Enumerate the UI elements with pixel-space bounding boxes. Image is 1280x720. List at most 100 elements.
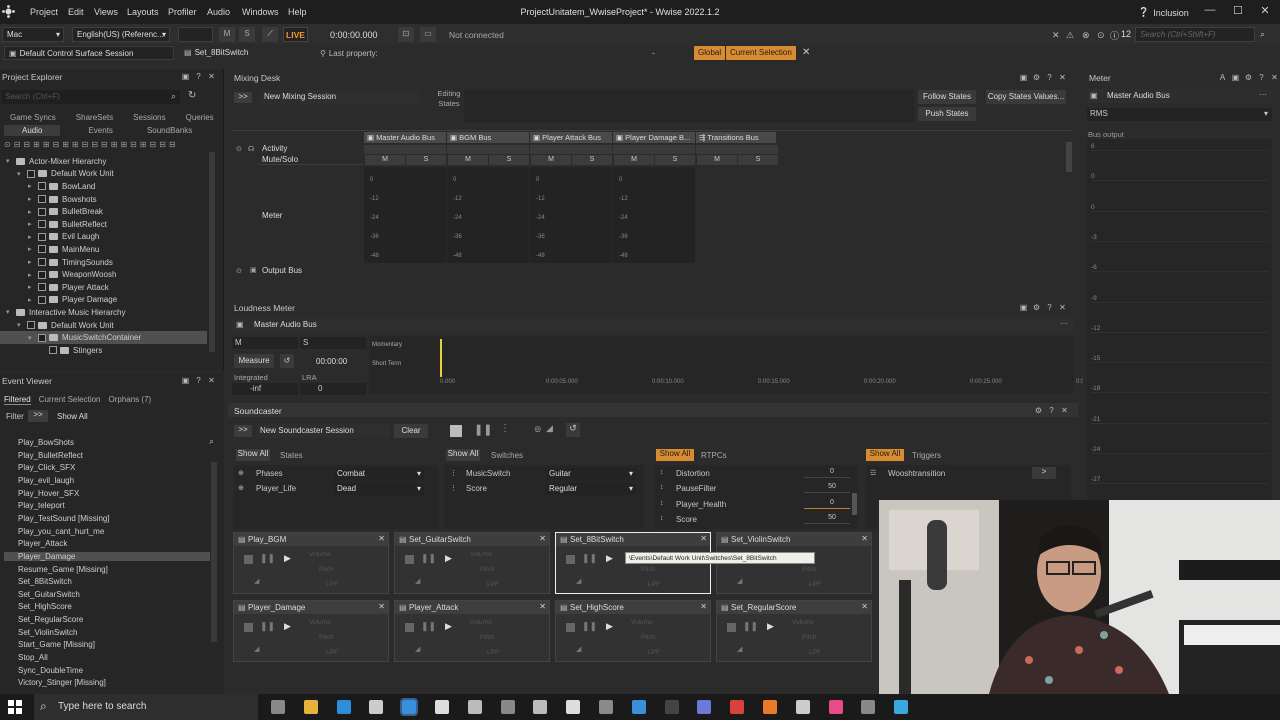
event-list-item[interactable]: Set_HighScore: [18, 602, 72, 611]
clear-button[interactable]: Clear: [394, 424, 428, 438]
event-list-item[interactable]: Resume_Game [Missing]: [18, 565, 108, 574]
checkbox[interactable]: [38, 258, 46, 267]
close-icon[interactable]: ✕: [207, 376, 216, 385]
tab-soundbanks[interactable]: SoundBanks: [141, 125, 198, 136]
solo-toggle[interactable]: S: [489, 155, 529, 165]
davinci-icon[interactable]: [533, 700, 548, 714]
checkbox[interactable]: [38, 245, 46, 254]
gear-icon[interactable]: ⚙: [1034, 406, 1043, 415]
event-list-item[interactable]: Victory_Stinger [Missing]: [18, 678, 106, 687]
solo-toggle[interactable]: S: [738, 155, 778, 165]
remote-icon[interactable]: ▭: [420, 27, 436, 42]
loudness-solo-button[interactable]: S: [300, 337, 366, 349]
chrome-icon[interactable]: [730, 700, 745, 714]
state-select[interactable]: Dead ▾: [334, 483, 424, 495]
menu-layouts[interactable]: Layouts: [127, 7, 159, 17]
menu-audio[interactable]: Audio: [207, 7, 230, 17]
play-button[interactable]: ▶: [284, 553, 291, 564]
paint-icon[interactable]: [894, 700, 909, 714]
expand-button[interactable]: >>: [234, 92, 252, 103]
solo-toggle[interactable]: S: [655, 155, 695, 165]
tab-orphans[interactable]: Orphans (7): [109, 395, 152, 405]
connect-icon[interactable]: ⟋: [262, 27, 278, 42]
close-icon[interactable]: ✕: [539, 602, 546, 611]
stop-button[interactable]: [566, 555, 575, 564]
menu-edit[interactable]: Edit: [68, 7, 84, 17]
switch-select[interactable]: Regular ▾: [546, 483, 636, 495]
event-card[interactable]: Play_BGM ▤ ✕ ❚❚ ▶ Volume Pitch LPF ◢: [233, 532, 389, 594]
switches-show-all-button[interactable]: Show All: [446, 449, 480, 461]
tab-filtered[interactable]: Filtered: [4, 395, 31, 405]
language-select[interactable]: English(US) (Referenc... ▾: [72, 27, 170, 42]
rtpc-slider[interactable]: [804, 492, 850, 494]
tree-item[interactable]: ▾ Default Work Unit: [0, 168, 207, 181]
tree-item[interactable]: ▸ BowLand: [0, 180, 207, 193]
windows-start-icon[interactable]: [8, 700, 22, 714]
unreal-icon[interactable]: [435, 700, 449, 714]
checkbox[interactable]: [38, 220, 46, 229]
reaper-icon[interactable]: [795, 700, 810, 714]
pin-icon[interactable]: ▣: [181, 72, 190, 81]
dd-icon[interactable]: [566, 700, 581, 714]
tree-item[interactable]: ▸ BulletBreak: [0, 205, 207, 218]
expand-arrow-icon[interactable]: ▸: [28, 283, 36, 291]
pause-button[interactable]: ❚❚: [260, 553, 275, 564]
expand-arrow-icon[interactable]: ▸: [28, 245, 36, 253]
copy-states-button[interactable]: Copy States Values...: [986, 90, 1066, 104]
tab-sessions[interactable]: Sessions: [127, 112, 171, 123]
close-icon[interactable]: ✕: [861, 602, 868, 611]
event-list-item[interactable]: Play_BulletReflect: [18, 451, 83, 460]
checkbox[interactable]: [38, 207, 46, 216]
stop-button[interactable]: [244, 623, 253, 632]
expand-arrow-icon[interactable]: ▸: [28, 233, 36, 241]
event-list-item[interactable]: Start_Game [Missing]: [18, 640, 95, 649]
expand-arrow-icon[interactable]: ▸: [28, 220, 36, 228]
expand-arrow-icon[interactable]: ▾: [17, 321, 25, 329]
scrollbar[interactable]: [852, 493, 857, 515]
message-icon[interactable]: ⊙: [1097, 30, 1105, 41]
tab-current-selection[interactable]: Current Selection: [39, 395, 101, 405]
event-list-item[interactable]: Set_GuitarSwitch: [18, 590, 80, 599]
global-button[interactable]: Global: [694, 46, 726, 60]
pause-all-button[interactable]: ❚❚: [474, 423, 492, 436]
discord-icon[interactable]: [697, 700, 712, 714]
speaker-icon[interactable]: ◢: [546, 423, 553, 434]
event-list-item[interactable]: Play_evil_laugh: [18, 476, 74, 485]
event-list-item[interactable]: Player_Damage: [4, 551, 210, 561]
measure-button[interactable]: Measure: [234, 354, 274, 368]
help-icon[interactable]: ?: [1045, 303, 1054, 312]
play-button[interactable]: ▶: [767, 621, 774, 632]
expand-arrow-icon[interactable]: ▾: [28, 334, 36, 342]
play-button[interactable]: ▶: [606, 553, 613, 564]
event-list-item[interactable]: Play_BowShots: [18, 438, 74, 447]
terminal-icon[interactable]: [664, 700, 679, 714]
tree-item[interactable]: ▸ Player Damage: [0, 294, 207, 307]
rtpc-value[interactable]: 50: [820, 483, 844, 490]
bus-player-damage[interactable]: ▣ Player Damage B...: [613, 132, 695, 143]
menu-help[interactable]: Help: [288, 7, 307, 17]
play-button[interactable]: ▶: [284, 621, 291, 632]
tree-item[interactable]: ▸ Player Attack: [0, 281, 207, 294]
bus-player-attack[interactable]: ▣ Player Attack Bus: [530, 132, 612, 143]
state-select[interactable]: Combat ▾: [334, 468, 424, 480]
follow-states-button[interactable]: Follow States: [918, 90, 976, 104]
checkbox[interactable]: [38, 333, 46, 342]
scrollbar[interactable]: [209, 152, 215, 352]
tree-item[interactable]: ▾ MusicSwitchContainer: [0, 331, 207, 344]
mute-toggle[interactable]: M: [365, 155, 405, 165]
menu-windows[interactable]: Windows: [242, 7, 279, 17]
gear-icon[interactable]: ⚙: [1244, 73, 1253, 82]
obs-icon[interactable]: [467, 700, 482, 714]
blank-field[interactable]: [178, 27, 213, 42]
task-view-icon[interactable]: [271, 700, 285, 714]
close-icon[interactable]: ✕: [700, 602, 707, 611]
clock-icon[interactable]: [500, 700, 515, 714]
tree-item[interactable]: ▸ WeaponWoosh: [0, 268, 207, 281]
capture-icon[interactable]: ⊡: [398, 27, 414, 42]
checkbox[interactable]: [38, 270, 46, 279]
gear-icon[interactable]: ⚙: [1032, 303, 1041, 312]
mail-icon[interactable]: [631, 700, 646, 714]
minimize-button[interactable]: —: [1200, 4, 1220, 20]
error-icon[interactable]: ⊗: [1082, 30, 1090, 41]
expand-arrow-icon[interactable]: ▸: [28, 195, 36, 203]
